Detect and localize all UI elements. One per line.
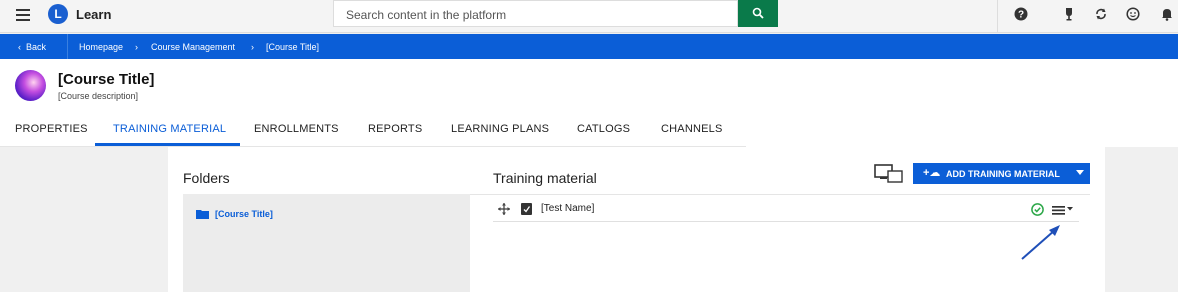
svg-text:?: ? xyxy=(1018,10,1024,21)
breadcrumb-item-current: [Course Title] xyxy=(266,42,320,52)
breadcrumb-item-homepage[interactable]: Homepage xyxy=(79,42,123,52)
back-label: Back xyxy=(26,42,47,52)
search-icon xyxy=(752,7,764,19)
add-cloud-icon: +☁ xyxy=(923,167,941,179)
course-description: [Course description] xyxy=(58,91,139,101)
folder-icon xyxy=(196,210,209,219)
tab-channels[interactable]: CHANNELS xyxy=(661,123,723,135)
sync-icon[interactable] xyxy=(1094,7,1108,21)
breadcrumb: ‹ Back Homepage › Course Management › [C… xyxy=(0,34,1178,59)
chevron-right-icon: › xyxy=(251,42,254,52)
chevron-left-icon: ‹ xyxy=(18,42,21,52)
tab-enrollments[interactable]: ENROLLMENTS xyxy=(254,123,339,135)
item-menu-icon[interactable] xyxy=(1052,204,1076,216)
back-button[interactable]: ‹ Back xyxy=(18,42,46,52)
folder-label: [Course Title] xyxy=(215,209,273,219)
preview-devices-icon[interactable] xyxy=(874,164,903,183)
course-title: [Course Title] xyxy=(58,71,155,88)
bell-icon[interactable] xyxy=(1160,7,1174,21)
app-logo[interactable]: L xyxy=(48,4,68,24)
tab-training-material[interactable]: TRAINING MATERIAL xyxy=(113,123,226,135)
tab-learning-plans[interactable]: LEARNING PLANS xyxy=(451,123,549,135)
tab-reports[interactable]: REPORTS xyxy=(368,123,422,135)
face-icon[interactable] xyxy=(1126,7,1140,21)
folders-heading: Folders xyxy=(183,170,230,186)
drag-handle-icon[interactable] xyxy=(498,203,510,215)
add-training-material-button[interactable]: +☁ ADD TRAINING MATERIAL xyxy=(913,163,1090,184)
tab-catlogs[interactable]: CATLOGS xyxy=(577,123,630,135)
tab-properties[interactable]: PROPERTIES xyxy=(15,123,88,135)
course-header: [Course Title] [Course description] PROP… xyxy=(0,59,1178,147)
training-material-heading: Training material xyxy=(493,170,597,186)
status-published-icon xyxy=(1031,203,1044,216)
help-icon[interactable]: ? xyxy=(1014,7,1028,21)
test-icon xyxy=(521,203,532,215)
annotation-arrow-icon xyxy=(1021,225,1060,260)
divider xyxy=(67,34,68,59)
top-bar: L Learn Search content in the platform ? xyxy=(0,0,1178,33)
training-material-name[interactable]: [Test Name] xyxy=(541,203,594,214)
chevron-right-icon: › xyxy=(135,42,138,52)
course-thumbnail xyxy=(15,70,46,101)
app-name[interactable]: Learn xyxy=(76,7,111,22)
search-input[interactable]: Search content in the platform xyxy=(333,0,738,27)
trophy-icon[interactable] xyxy=(1062,7,1076,21)
breadcrumb-item-course-management[interactable]: Course Management xyxy=(151,42,235,52)
search-button[interactable] xyxy=(738,0,778,27)
add-training-material-label: ADD TRAINING MATERIAL xyxy=(946,169,1060,179)
divider xyxy=(997,0,998,33)
chevron-down-icon xyxy=(1076,170,1084,175)
menu-icon[interactable] xyxy=(16,9,30,21)
